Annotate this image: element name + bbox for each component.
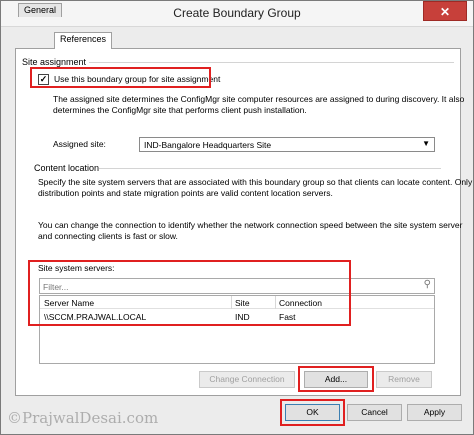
- site-assignment-description-1: The assigned site determines the ConfigM…: [53, 94, 465, 104]
- site-assignment-checkbox[interactable]: ✓: [38, 74, 49, 85]
- title-bar: Create Boundary Group ✕: [1, 1, 473, 27]
- content-location-description-2a: You can change the connection to identif…: [38, 220, 463, 230]
- create-boundary-group-dialog: Create Boundary Group ✕ General Referenc…: [0, 0, 474, 435]
- change-connection-button[interactable]: Change Connection: [199, 371, 295, 388]
- column-connection[interactable]: Connection: [279, 298, 322, 308]
- assigned-site-label: Assigned site:: [53, 139, 106, 149]
- row-server-name[interactable]: \\SCCM.PRAJWAL.LOCAL: [44, 312, 146, 322]
- cancel-button[interactable]: Cancel: [347, 404, 402, 421]
- assigned-site-dropdown[interactable]: IND-Bangalore Headquarters Site ▼: [139, 137, 435, 152]
- row-connection[interactable]: Fast: [279, 312, 296, 322]
- add-button[interactable]: Add...: [304, 371, 368, 388]
- filter-placeholder: Filter...: [43, 282, 69, 292]
- remove-button[interactable]: Remove: [376, 371, 432, 388]
- content-location-description-1b: distribution points and state migration …: [38, 188, 333, 198]
- column-separator: [275, 296, 276, 309]
- site-assignment-label: Site assignment: [22, 57, 87, 67]
- ok-button[interactable]: OK: [285, 404, 340, 421]
- site-assignment-checkbox-label: Use this boundary group for site assignm…: [54, 74, 221, 84]
- search-icon: ⚲: [423, 279, 431, 290]
- column-site[interactable]: Site: [235, 298, 250, 308]
- site-system-servers-list[interactable]: Server Name Site Connection \\SCCM.PRAJW…: [39, 295, 435, 364]
- tab-general[interactable]: General: [18, 3, 63, 17]
- list-header: Server Name Site Connection: [40, 296, 434, 309]
- close-button[interactable]: ✕: [423, 1, 467, 21]
- assigned-site-value: IND-Bangalore Headquarters Site: [144, 140, 272, 150]
- site-system-servers-label: Site system servers:: [38, 263, 115, 273]
- chevron-down-icon: ▼: [422, 139, 430, 148]
- site-assignment-divider: [89, 62, 454, 63]
- content-location-description-2b: and connecting clients is fast or slow.: [38, 231, 178, 241]
- row-site[interactable]: IND: [235, 312, 250, 322]
- content-location-description-1a: Specify the site system servers that are…: [38, 177, 473, 187]
- watermark: ©PrajwalDesai.com: [7, 409, 159, 427]
- site-assignment-description-2: determines the ConfigMgr site that perfo…: [53, 105, 307, 115]
- apply-button[interactable]: Apply: [407, 404, 462, 421]
- column-separator: [231, 296, 232, 309]
- content-location-label: Content location: [34, 163, 100, 173]
- window-title: Create Boundary Group: [173, 6, 301, 20]
- filter-input[interactable]: Filter... ⚲: [39, 278, 435, 294]
- column-server-name[interactable]: Server Name: [44, 298, 94, 308]
- tab-references[interactable]: References: [54, 32, 113, 49]
- content-location-divider: [99, 168, 441, 169]
